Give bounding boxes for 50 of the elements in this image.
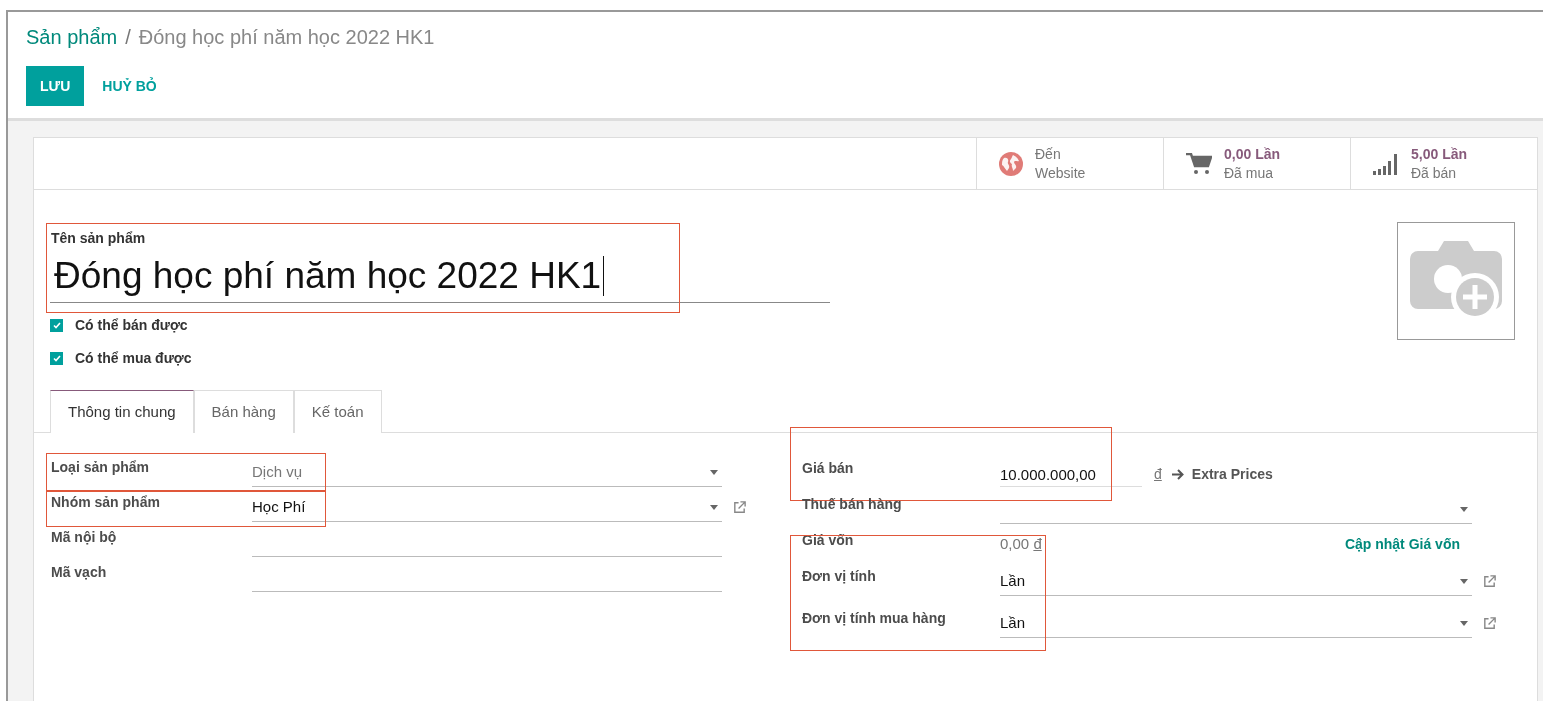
- stat-button[interactable]: 5,00 Lần Đã bán: [1350, 138, 1537, 189]
- field-label: Nhóm sản phẩm: [51, 493, 161, 512]
- update-cost-link[interactable]: Cập nhật Giá vốn: [1344, 534, 1460, 555]
- checkbox-label: Có thể bán được: [75, 316, 188, 335]
- stat-button[interactable]: Đến Website: [976, 138, 1163, 189]
- stat-button[interactable]: 0,00 Lần Đã mua: [1163, 138, 1350, 189]
- field-label: Giá bán: [802, 459, 855, 478]
- field-label: Giá vốn: [802, 531, 855, 550]
- caret-icon: [710, 470, 718, 475]
- cost-value: 0,00 đ: [1000, 533, 1042, 554]
- globe-icon: [999, 151, 1023, 176]
- external-link-icon[interactable]: [1481, 616, 1497, 631]
- field-label: Mã vạch: [51, 563, 108, 582]
- checkbox-label: Có thể mua được: [75, 349, 192, 368]
- select-field[interactable]: Lần: [1000, 610, 1472, 638]
- product-name-field[interactable]: Đóng học phí năm học 2022 HK1: [50, 249, 830, 303]
- tab[interactable]: Bán hàng: [193, 390, 294, 433]
- select-field[interactable]: Dịch vụ: [252, 459, 722, 487]
- currency-symbol: đ: [1154, 465, 1162, 484]
- external-link-icon[interactable]: [731, 500, 747, 515]
- field-label: Mã nội bộ: [51, 528, 118, 547]
- extra-prices-link[interactable]: Extra Prices: [1171, 464, 1273, 487]
- image-placeholder[interactable]: [1397, 222, 1515, 340]
- arrow-right-icon: [1171, 469, 1184, 480]
- breadcrumb-link[interactable]: Sản phẩm: [26, 22, 118, 52]
- field-label: Đơn vị tính: [802, 567, 877, 586]
- cart-icon: [1186, 152, 1212, 175]
- price-field[interactable]: 10.000.000,00: [1000, 461, 1142, 487]
- breadcrumb-current: Đóng học phí năm học 2022 HK1: [138, 25, 435, 50]
- tab[interactable]: Thông tin chung: [50, 390, 194, 433]
- save-button[interactable]: LƯU: [26, 66, 85, 106]
- field-label: Đơn vị tính mua hàng: [802, 609, 947, 628]
- field-label: Tên sản phẩm: [50, 229, 147, 248]
- field-value: Dịch vụ: [252, 462, 303, 483]
- signal-bars-icon: [1373, 151, 1399, 176]
- external-link-icon[interactable]: [1481, 574, 1497, 589]
- field-label: Thuế bán hàng: [802, 495, 903, 514]
- select-field[interactable]: Lần: [1000, 568, 1472, 596]
- select-field[interactable]: Học Phí: [252, 494, 722, 522]
- field-label: Loại sản phẩm: [51, 458, 151, 477]
- breadcrumb-separator: /: [125, 25, 131, 50]
- tab[interactable]: Kế toán: [293, 390, 382, 433]
- field-value: Học Phí: [252, 497, 306, 518]
- caret-icon: [1460, 507, 1468, 512]
- caret-icon: [1460, 621, 1468, 626]
- caret-icon: [710, 505, 718, 510]
- caret-icon: [1460, 579, 1468, 584]
- discard-button[interactable]: HUỶ BỎ: [88, 66, 171, 106]
- checkbox[interactable]: [50, 352, 63, 365]
- checkbox[interactable]: [50, 319, 63, 332]
